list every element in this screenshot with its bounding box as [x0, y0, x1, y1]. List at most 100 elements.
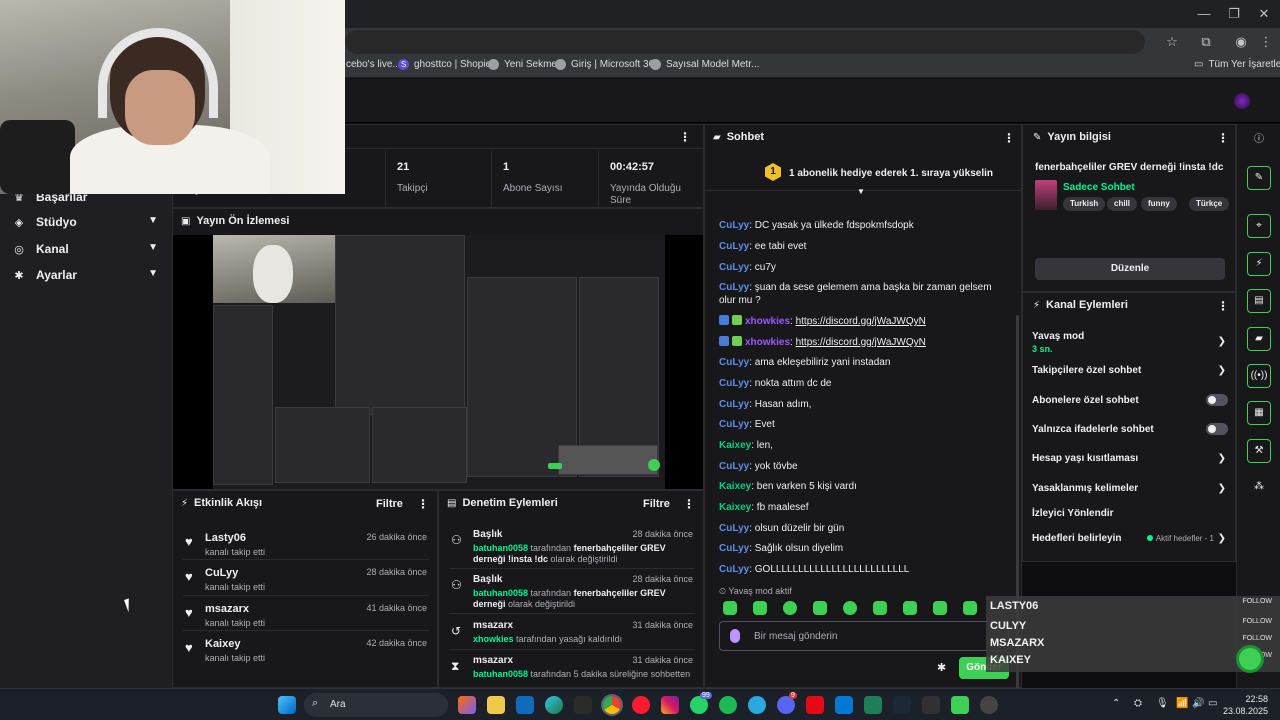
taskbar-search[interactable]: ⌕ Ara [304, 693, 448, 717]
preview-player[interactable] [173, 235, 703, 489]
chat-username[interactable]: xhowkies [745, 316, 790, 327]
chat-message[interactable]: CuLyy: Hasan adım, [719, 398, 1009, 411]
wrench-icon[interactable]: ⚒ [1247, 439, 1271, 463]
emote-only-toggle[interactable] [1206, 423, 1228, 435]
moderation-filter-button[interactable]: Filtre [643, 498, 670, 510]
emote-icon[interactable] [813, 601, 827, 615]
netflix-icon[interactable] [806, 696, 824, 714]
blocked-terms-action[interactable]: Yasaklanmış kelimeler ❯ [1032, 483, 1228, 494]
spotify-icon[interactable] [719, 696, 737, 714]
chat-username[interactable]: CuLyy [719, 357, 749, 368]
tag[interactable]: funny [1141, 197, 1177, 211]
target-icon[interactable]: ⌖ [1247, 214, 1271, 238]
chat-link[interactable]: https://discord.gg/jWaJWQyN [796, 337, 926, 348]
nodes-icon[interactable]: ⁂ [1247, 476, 1271, 500]
chat-username[interactable]: CuLyy [719, 282, 749, 293]
subscribers-only-action[interactable]: Abonelere özel sohbet [1032, 394, 1228, 406]
chat-username[interactable]: Kaixey [719, 481, 751, 492]
chat-username[interactable]: CuLyy [719, 419, 749, 430]
chat-username[interactable]: xhowkies [745, 337, 790, 348]
chat-message[interactable]: Kaixey: ben varken 5 kişi vardı [719, 480, 1009, 493]
minimize-icon[interactable]: — [1192, 4, 1216, 24]
app-icon[interactable] [864, 696, 882, 714]
chat-username[interactable]: CuLyy [719, 461, 749, 472]
chat-username[interactable]: CuLyy [719, 399, 749, 410]
store-icon[interactable] [574, 696, 592, 714]
broadcast-icon[interactable]: ((•)) [1247, 364, 1271, 388]
subscribers-only-toggle[interactable] [1206, 394, 1228, 406]
all-bookmarks[interactable]: ▭ Tüm Yer İşaretleri [1194, 59, 1280, 70]
stack-icon[interactable]: ▦ [1247, 401, 1271, 425]
emote-icon[interactable] [933, 601, 947, 615]
app-icon[interactable] [951, 696, 969, 714]
chat-username[interactable]: CuLyy [719, 523, 749, 534]
emote-icon[interactable] [873, 601, 887, 615]
close-icon[interactable]: ✕ [1252, 4, 1276, 24]
sidebar-item-settings[interactable]: ✱ Ayarlar ▼ [0, 262, 172, 288]
taskbar-clock[interactable]: 22:58 23.08.2025 [1223, 693, 1268, 717]
emote-icon[interactable] [843, 601, 857, 615]
sidebar-item-studio[interactable]: ◈ Stüdyo ▼ [0, 209, 172, 235]
chat-username[interactable]: CuLyy [719, 262, 749, 273]
chat-message[interactable]: CuLyy: şuan da sese gelemem ama başka bi… [719, 281, 1009, 307]
chat-username[interactable]: CuLyy [719, 241, 749, 252]
sub-gift-banner[interactable]: 1 1 abonelik hediye ederek 1. sıraya yük… [705, 151, 1021, 196]
omnibox[interactable] [345, 30, 1145, 54]
bookmark-microsoft-365[interactable]: Giriş | Microsoft 365 [555, 59, 660, 70]
chat-username[interactable]: Kaixey [719, 440, 751, 451]
opera-icon[interactable] [632, 696, 650, 714]
chat-username[interactable]: CuLyy [719, 220, 749, 231]
sidebar-item-channel[interactable]: ◎ Kanal ▼ [0, 236, 172, 262]
user-avatar[interactable] [1234, 93, 1250, 109]
profile-avatar-icon[interactable]: ◉ [1232, 33, 1250, 51]
outlook-icon[interactable] [516, 696, 534, 714]
copilot-icon[interactable] [458, 696, 476, 714]
bookmark-ghosttco[interactable]: Sghosttco | Shopier [398, 59, 494, 70]
stream-category[interactable]: Sadece Sohbet [1063, 182, 1135, 193]
chat-link[interactable]: https://discord.gg/jWaJWQyN [796, 316, 926, 327]
tag[interactable]: Türkçe [1189, 197, 1230, 211]
maximize-icon[interactable]: ❐ [1222, 4, 1246, 24]
volume-icon[interactable]: 🔊 [1192, 698, 1204, 709]
tray-mic-icon[interactable]: 🎙 [1156, 698, 1169, 709]
chat-message[interactable]: CuLyy: ama ekleşebiliriz yani instadan [719, 356, 1009, 369]
channel-actions-menu-icon[interactable]: ⋮ [1217, 299, 1229, 313]
chat-message[interactable]: CuLyy: Sağlık olsun diyelim [719, 542, 1009, 555]
bookmark-sayisal-model[interactable]: Sayısal Model Metr... [650, 59, 759, 70]
emote-icon[interactable] [723, 601, 737, 615]
chat-message[interactable]: xhowkies: https://discord.gg/jWaJWQyN [719, 315, 1009, 328]
bookmark-cebos-live[interactable]: cebo's live... [346, 59, 401, 70]
obs-icon[interactable] [980, 696, 998, 714]
chat-icon[interactable]: ▰ [1247, 327, 1271, 351]
activity-row[interactable]: ♥ Kaixey kanalı takip etti 42 dakika önc… [173, 635, 437, 671]
clipboard-icon[interactable]: ▤ [1247, 289, 1271, 313]
chat-message[interactable]: CuLyy: Evet [719, 418, 1009, 431]
bookmark-star-icon[interactable]: ☆ [1163, 33, 1181, 51]
pencil-icon[interactable]: ✎ [1247, 166, 1271, 190]
chat-message-input[interactable]: Bir mesaj gönderin [719, 621, 1009, 651]
battery-icon[interactable]: ▭ [1208, 698, 1217, 709]
collapse-icon[interactable]: ▼ [857, 187, 865, 196]
chat-username[interactable]: Kaixey [719, 502, 751, 513]
chat-message[interactable]: CuLyy: ee tabi evet [719, 240, 1009, 253]
followers-only-action[interactable]: Takipçilere özel sohbet ❯ [1032, 365, 1228, 376]
chat-message[interactable]: Kaixey: fb maalesef [719, 501, 1009, 514]
chat-message[interactable]: CuLyy: yok tövbe [719, 460, 1009, 473]
emote-only-action[interactable]: Yalnızca ifadelerle sohbet [1032, 423, 1228, 435]
chat-username[interactable]: CuLyy [719, 564, 749, 575]
tray-icon[interactable]: ⛭ [1134, 698, 1142, 709]
chat-message[interactable]: Kaixey: len, [719, 439, 1009, 452]
epic-games-icon[interactable] [922, 696, 940, 714]
chat-message[interactable]: CuLyy: olsun düzelir bir gün [719, 522, 1009, 535]
chat-message[interactable]: CuLyy: DC yasak ya ülkede fdspokmfsdopk [719, 219, 1009, 232]
chat-menu-icon[interactable]: ⋮ [1003, 131, 1015, 145]
steam-icon[interactable] [893, 696, 911, 714]
chat-username[interactable]: CuLyy [719, 543, 749, 554]
chrome-icon[interactable] [603, 696, 621, 714]
chat-settings-icon[interactable]: ✱ [937, 661, 946, 674]
chat-username[interactable]: CuLyy [719, 378, 749, 389]
chat-message[interactable]: CuLyy: GOLLLLLLLLLLLLLLLLLLLLLLLLL [719, 563, 1009, 576]
stream-info-menu-icon[interactable]: ⋮ [1217, 131, 1229, 145]
edit-button[interactable]: Düzenle [1035, 258, 1225, 280]
bookmark-yeni-sekme[interactable]: Yeni Sekme [488, 59, 557, 70]
